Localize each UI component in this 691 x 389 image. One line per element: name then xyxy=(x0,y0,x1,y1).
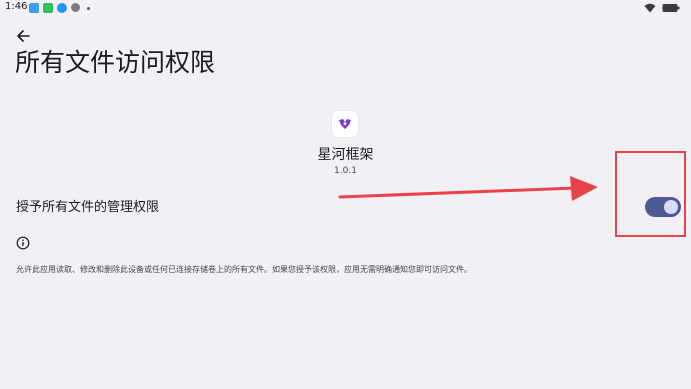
status-time: 1:46 xyxy=(5,1,28,12)
app-name: 星河框架 xyxy=(317,147,374,163)
notification-shield-icon xyxy=(71,3,80,12)
notification-more-dot xyxy=(87,7,90,10)
permission-label: 授予所有文件的管理权限 xyxy=(16,200,160,215)
notification-app-icon xyxy=(43,3,53,13)
status-bar: 1:46 xyxy=(0,0,691,16)
toggle-thumb xyxy=(664,200,678,214)
wifi-icon xyxy=(644,3,656,13)
app-logo-icon xyxy=(339,119,351,129)
back-button[interactable] xyxy=(13,27,35,45)
app-icon xyxy=(332,111,358,137)
permission-description: 允许此应用读取、修改和删除此设备或任何已连接存储卷上的所有文件。如果您授予该权限… xyxy=(16,265,472,274)
permission-row[interactable]: 授予所有文件的管理权限 xyxy=(0,191,691,225)
battery-icon xyxy=(662,4,680,12)
notification-app-icon xyxy=(29,3,39,13)
page-title: 所有文件访问权限 xyxy=(15,48,216,77)
arrow-left-icon xyxy=(17,30,30,42)
info-icon xyxy=(16,236,30,250)
app-version: 1.0.1 xyxy=(334,166,357,176)
all-files-access-toggle[interactable] xyxy=(645,197,681,217)
notification-app-icon xyxy=(57,3,67,13)
